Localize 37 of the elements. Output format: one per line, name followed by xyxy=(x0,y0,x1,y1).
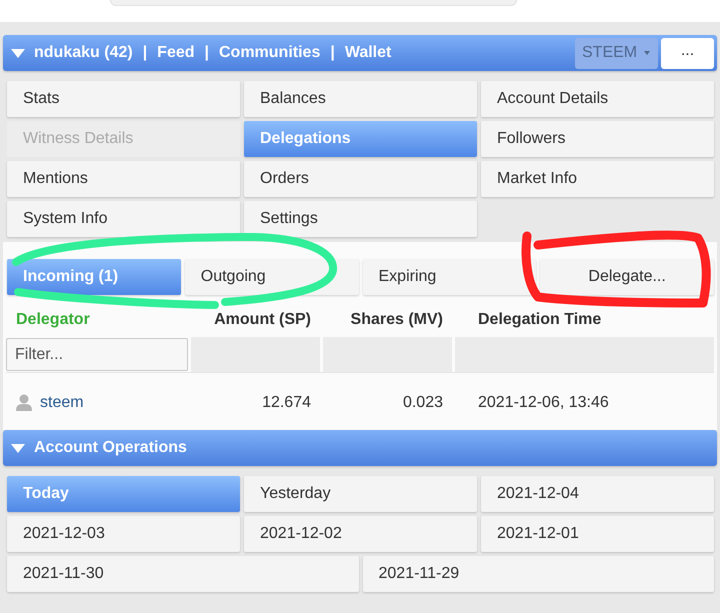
menu-item[interactable]: Settings xyxy=(244,201,477,237)
menu-item[interactable]: Orders xyxy=(244,161,477,197)
period-button[interactable]: 2021-12-04 xyxy=(481,476,714,512)
menu-item[interactable]: System Info xyxy=(7,201,240,237)
delegate-button[interactable]: Delegate... xyxy=(540,259,714,295)
user-icon xyxy=(16,394,32,411)
menu-item[interactable]: Mentions xyxy=(7,161,240,197)
period-button[interactable]: 2021-12-02 xyxy=(244,516,477,552)
menu-item[interactable]: Stats xyxy=(7,81,240,117)
period-button[interactable]: 2021-12-01 xyxy=(481,516,714,552)
collapse-triangle-icon[interactable] xyxy=(11,48,25,58)
separator: | xyxy=(330,44,335,62)
period-button[interactable]: 2021-11-30 xyxy=(7,556,358,592)
table-cell-text: 0.023 xyxy=(402,394,444,412)
menu-item[interactable]: Account Details xyxy=(481,81,714,117)
tab[interactable]: Outgoing xyxy=(184,259,358,295)
collapse-triangle-icon[interactable] xyxy=(11,444,25,452)
search-field[interactable] xyxy=(110,0,517,6)
table-cell-text: 12.674 xyxy=(261,394,312,412)
period-button[interactable]: 2021-11-29 xyxy=(362,556,714,592)
table-cell-text: 2021-12-06, 13:46 xyxy=(477,394,610,412)
period-button[interactable]: Yesterday xyxy=(244,476,477,512)
caret-icon xyxy=(644,51,650,55)
menu-item[interactable]: Balances xyxy=(244,81,477,117)
menu-item[interactable]: Market Info xyxy=(481,161,714,197)
more-button[interactable]: ... xyxy=(661,38,714,68)
column-header[interactable]: Delegation Time xyxy=(455,310,714,328)
column-header[interactable]: Amount (SP) xyxy=(191,310,320,328)
period-button[interactable]: 2021-12-03 xyxy=(7,516,240,552)
column-header[interactable]: Shares (MV) xyxy=(323,310,452,328)
tab[interactable]: Expiring xyxy=(362,259,536,295)
delegator-link[interactable]: steem xyxy=(40,394,84,412)
separator: | xyxy=(142,44,148,62)
separator: | xyxy=(204,44,209,62)
panel-title: Account Operations xyxy=(34,439,187,457)
filter-field[interactable]: Filter... xyxy=(6,338,188,371)
menu-item[interactable]: Followers xyxy=(481,121,714,157)
